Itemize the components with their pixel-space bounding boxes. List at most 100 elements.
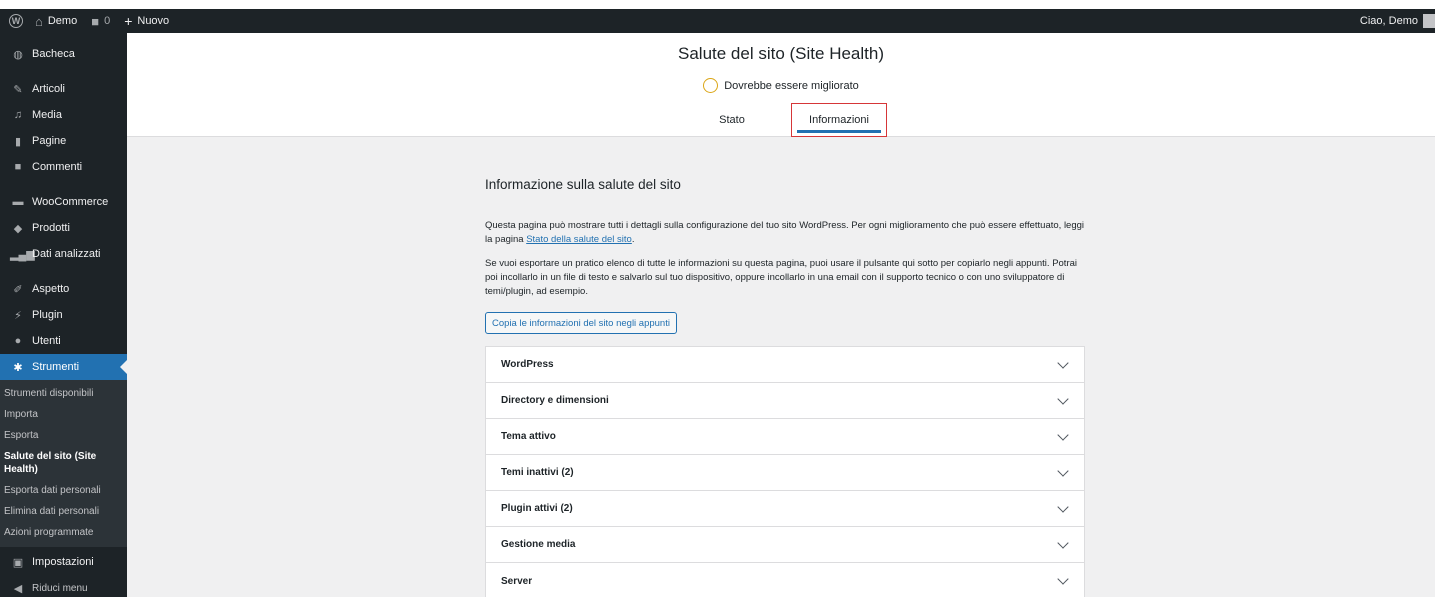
sidebar-item-woocommerce[interactable]: ▬ WooCommerce	[0, 189, 127, 215]
collapse-menu-label: Riduci menu	[32, 582, 88, 594]
sidebar-item-label: Prodotti	[32, 222, 70, 234]
sidebar-item-aspetto[interactable]: ✐ Aspetto	[0, 276, 127, 302]
analytics-icon: ▂▄▆	[10, 248, 35, 261]
sidebar-item-articoli[interactable]: ✎ Articoli	[0, 76, 127, 102]
accordion-label: Temi inattivi (2)	[501, 467, 574, 478]
pin-icon: ✎	[13, 83, 23, 96]
chevron-down-icon	[1057, 428, 1069, 441]
sidebar-item-label: Media	[32, 109, 62, 121]
accordion-server[interactable]: Server	[486, 563, 1084, 597]
sidebar-item-label: Plugin	[32, 309, 63, 321]
comment-icon: ■	[14, 161, 22, 173]
copy-site-info-button[interactable]: Copia le informazioni del sito negli app…	[485, 312, 677, 334]
sidebar-item-label: WooCommerce	[32, 196, 109, 208]
sidebar-item-impostazioni[interactable]: ▣ Impostazioni	[0, 549, 127, 575]
page-title: Salute del sito (Site Health)	[678, 44, 884, 63]
comments-count: 0	[104, 15, 111, 27]
chevron-down-icon	[1057, 464, 1069, 477]
new-content-menu[interactable]: + Nuovo	[117, 9, 176, 33]
collapse-menu-button[interactable]: ◀ Riduci menu	[0, 575, 127, 597]
accordion-temi-inattivi[interactable]: Temi inattivi (2)	[486, 455, 1084, 491]
sidebar-item-label: Utenti	[32, 335, 61, 347]
export-paragraph: Se vuoi esportare un pratico elenco di t…	[485, 258, 1078, 297]
comments-menu[interactable]: ■ 0	[84, 9, 117, 33]
admin-bar: W ⌂ Demo ■ 0 + Nuovo Ciao, Demo	[0, 9, 1435, 33]
accordion-label: Directory e dimensioni	[501, 395, 609, 406]
submenu-azioni-programmate[interactable]: Azioni programmate	[0, 522, 127, 543]
sidebar-item-strumenti[interactable]: ✱ Strumenti	[0, 354, 127, 380]
tab-stato[interactable]: Stato	[695, 103, 769, 137]
brush-icon: ✐	[13, 283, 23, 296]
accordion-directory[interactable]: Directory e dimensioni	[486, 383, 1084, 419]
submenu-esporta-dati-personali[interactable]: Esporta dati personali	[0, 480, 127, 501]
sidebar-item-label: Commenti	[32, 161, 83, 173]
chevron-down-icon	[1057, 356, 1069, 369]
intro-paragraph: Questa pagina può mostrare tutti i detta…	[485, 220, 1085, 245]
tab-label: Stato	[719, 114, 745, 126]
accordion-label: Tema attivo	[501, 431, 556, 442]
site-name-menu[interactable]: ⌂ Demo	[28, 9, 84, 33]
status-label: Dovrebbe essere migliorato	[724, 79, 859, 92]
accordion-wordpress[interactable]: WordPress	[486, 347, 1084, 383]
accordion-label: Server	[501, 575, 533, 587]
section-title: Informazione sulla salute del sito	[485, 177, 681, 192]
tab-label: Informazioni	[809, 114, 869, 126]
accordion-label: Gestione media	[501, 539, 576, 550]
chevron-down-icon	[1057, 500, 1069, 513]
top-gap	[0, 0, 1435, 9]
woocommerce-icon: ▬	[12, 196, 24, 208]
submenu-salute-del-sito[interactable]: Salute del sito (Site Health)	[0, 446, 127, 480]
products-icon: ◆	[13, 222, 23, 235]
sidebar-item-utenti[interactable]: ● Utenti	[0, 328, 127, 354]
sidebar-item-bacheca[interactable]: ◍ Bacheca	[0, 41, 127, 67]
chevron-down-icon	[1057, 392, 1069, 405]
submenu-elimina-dati-personali[interactable]: Elimina dati personali	[0, 501, 127, 522]
wordpress-logo-icon: W	[9, 14, 23, 28]
plugin-icon: ⚡	[14, 309, 22, 322]
settings-icon: ▣	[12, 556, 24, 569]
sidebar-item-commenti[interactable]: ■ Commenti	[0, 154, 127, 180]
sidebar-item-label: Strumenti	[32, 361, 80, 373]
strumenti-submenu: Strumenti disponibili Importa Esporta Sa…	[0, 380, 127, 547]
sidebar-item-label: Articoli	[32, 83, 66, 95]
sidebar-item-dati-analizzati[interactable]: ▂▄▆ Dati analizzati	[0, 241, 127, 267]
sidebar-item-label: Pagine	[32, 135, 67, 147]
greeting: Ciao, Demo	[1359, 15, 1418, 27]
chevron-down-icon	[1057, 573, 1069, 585]
tab-informazioni[interactable]: Informazioni	[791, 103, 887, 137]
sidebar-item-media[interactable]: ♫ Media	[0, 102, 127, 128]
comment-bubble-icon: ■	[91, 13, 100, 29]
avatar	[1423, 14, 1435, 28]
admin-sidebar: ◍ Bacheca ✎ Articoli ♫ Media ▮ Pagine ■ …	[0, 33, 127, 597]
wordpress-logo-menu[interactable]: W	[4, 9, 28, 33]
site-health-header: Salute del sito (Site Health) Dovrebbe e…	[127, 33, 1435, 137]
submenu-esporta[interactable]: Esporta	[0, 425, 127, 446]
accordion-label: Plugin attivi (2)	[501, 503, 573, 514]
accordion-plugin-attivi[interactable]: Plugin attivi (2)	[486, 491, 1084, 527]
collapse-icon: ◀	[13, 582, 23, 595]
sidebar-item-plugin[interactable]: ⚡ Plugin	[0, 302, 127, 328]
active-tab-indicator	[797, 130, 881, 133]
sidebar-item-prodotti[interactable]: ◆ Prodotti	[0, 215, 127, 241]
chevron-down-icon	[1057, 536, 1069, 549]
users-icon: ●	[14, 335, 22, 347]
accordion-tema-attivo[interactable]: Tema attivo	[486, 419, 1084, 455]
accordion-label: WordPress	[501, 359, 554, 370]
status-ring-icon	[703, 78, 719, 93]
sidebar-item-label: Aspetto	[32, 283, 70, 295]
plus-icon: +	[124, 13, 133, 29]
page-icon: ▮	[14, 135, 22, 148]
submenu-importa[interactable]: Importa	[0, 404, 127, 425]
my-account-menu[interactable]: Ciao, Demo	[1353, 9, 1435, 33]
sidebar-item-label: Dati analizzati	[32, 248, 101, 260]
media-icon: ♫	[13, 109, 23, 121]
site-health-status-link[interactable]: Stato della salute del sito	[526, 234, 632, 245]
info-accordion: WordPress Directory e dimensioni Tema at…	[485, 346, 1085, 597]
home-icon: ⌂	[35, 13, 43, 29]
sidebar-item-label: Impostazioni	[32, 556, 94, 568]
sidebar-item-label: Bacheca	[32, 48, 75, 60]
dashboard-icon: ◍	[13, 48, 23, 61]
submenu-strumenti-disponibili[interactable]: Strumenti disponibili	[0, 383, 127, 404]
sidebar-item-pagine[interactable]: ▮ Pagine	[0, 128, 127, 154]
accordion-gestione-media[interactable]: Gestione media	[486, 527, 1084, 563]
